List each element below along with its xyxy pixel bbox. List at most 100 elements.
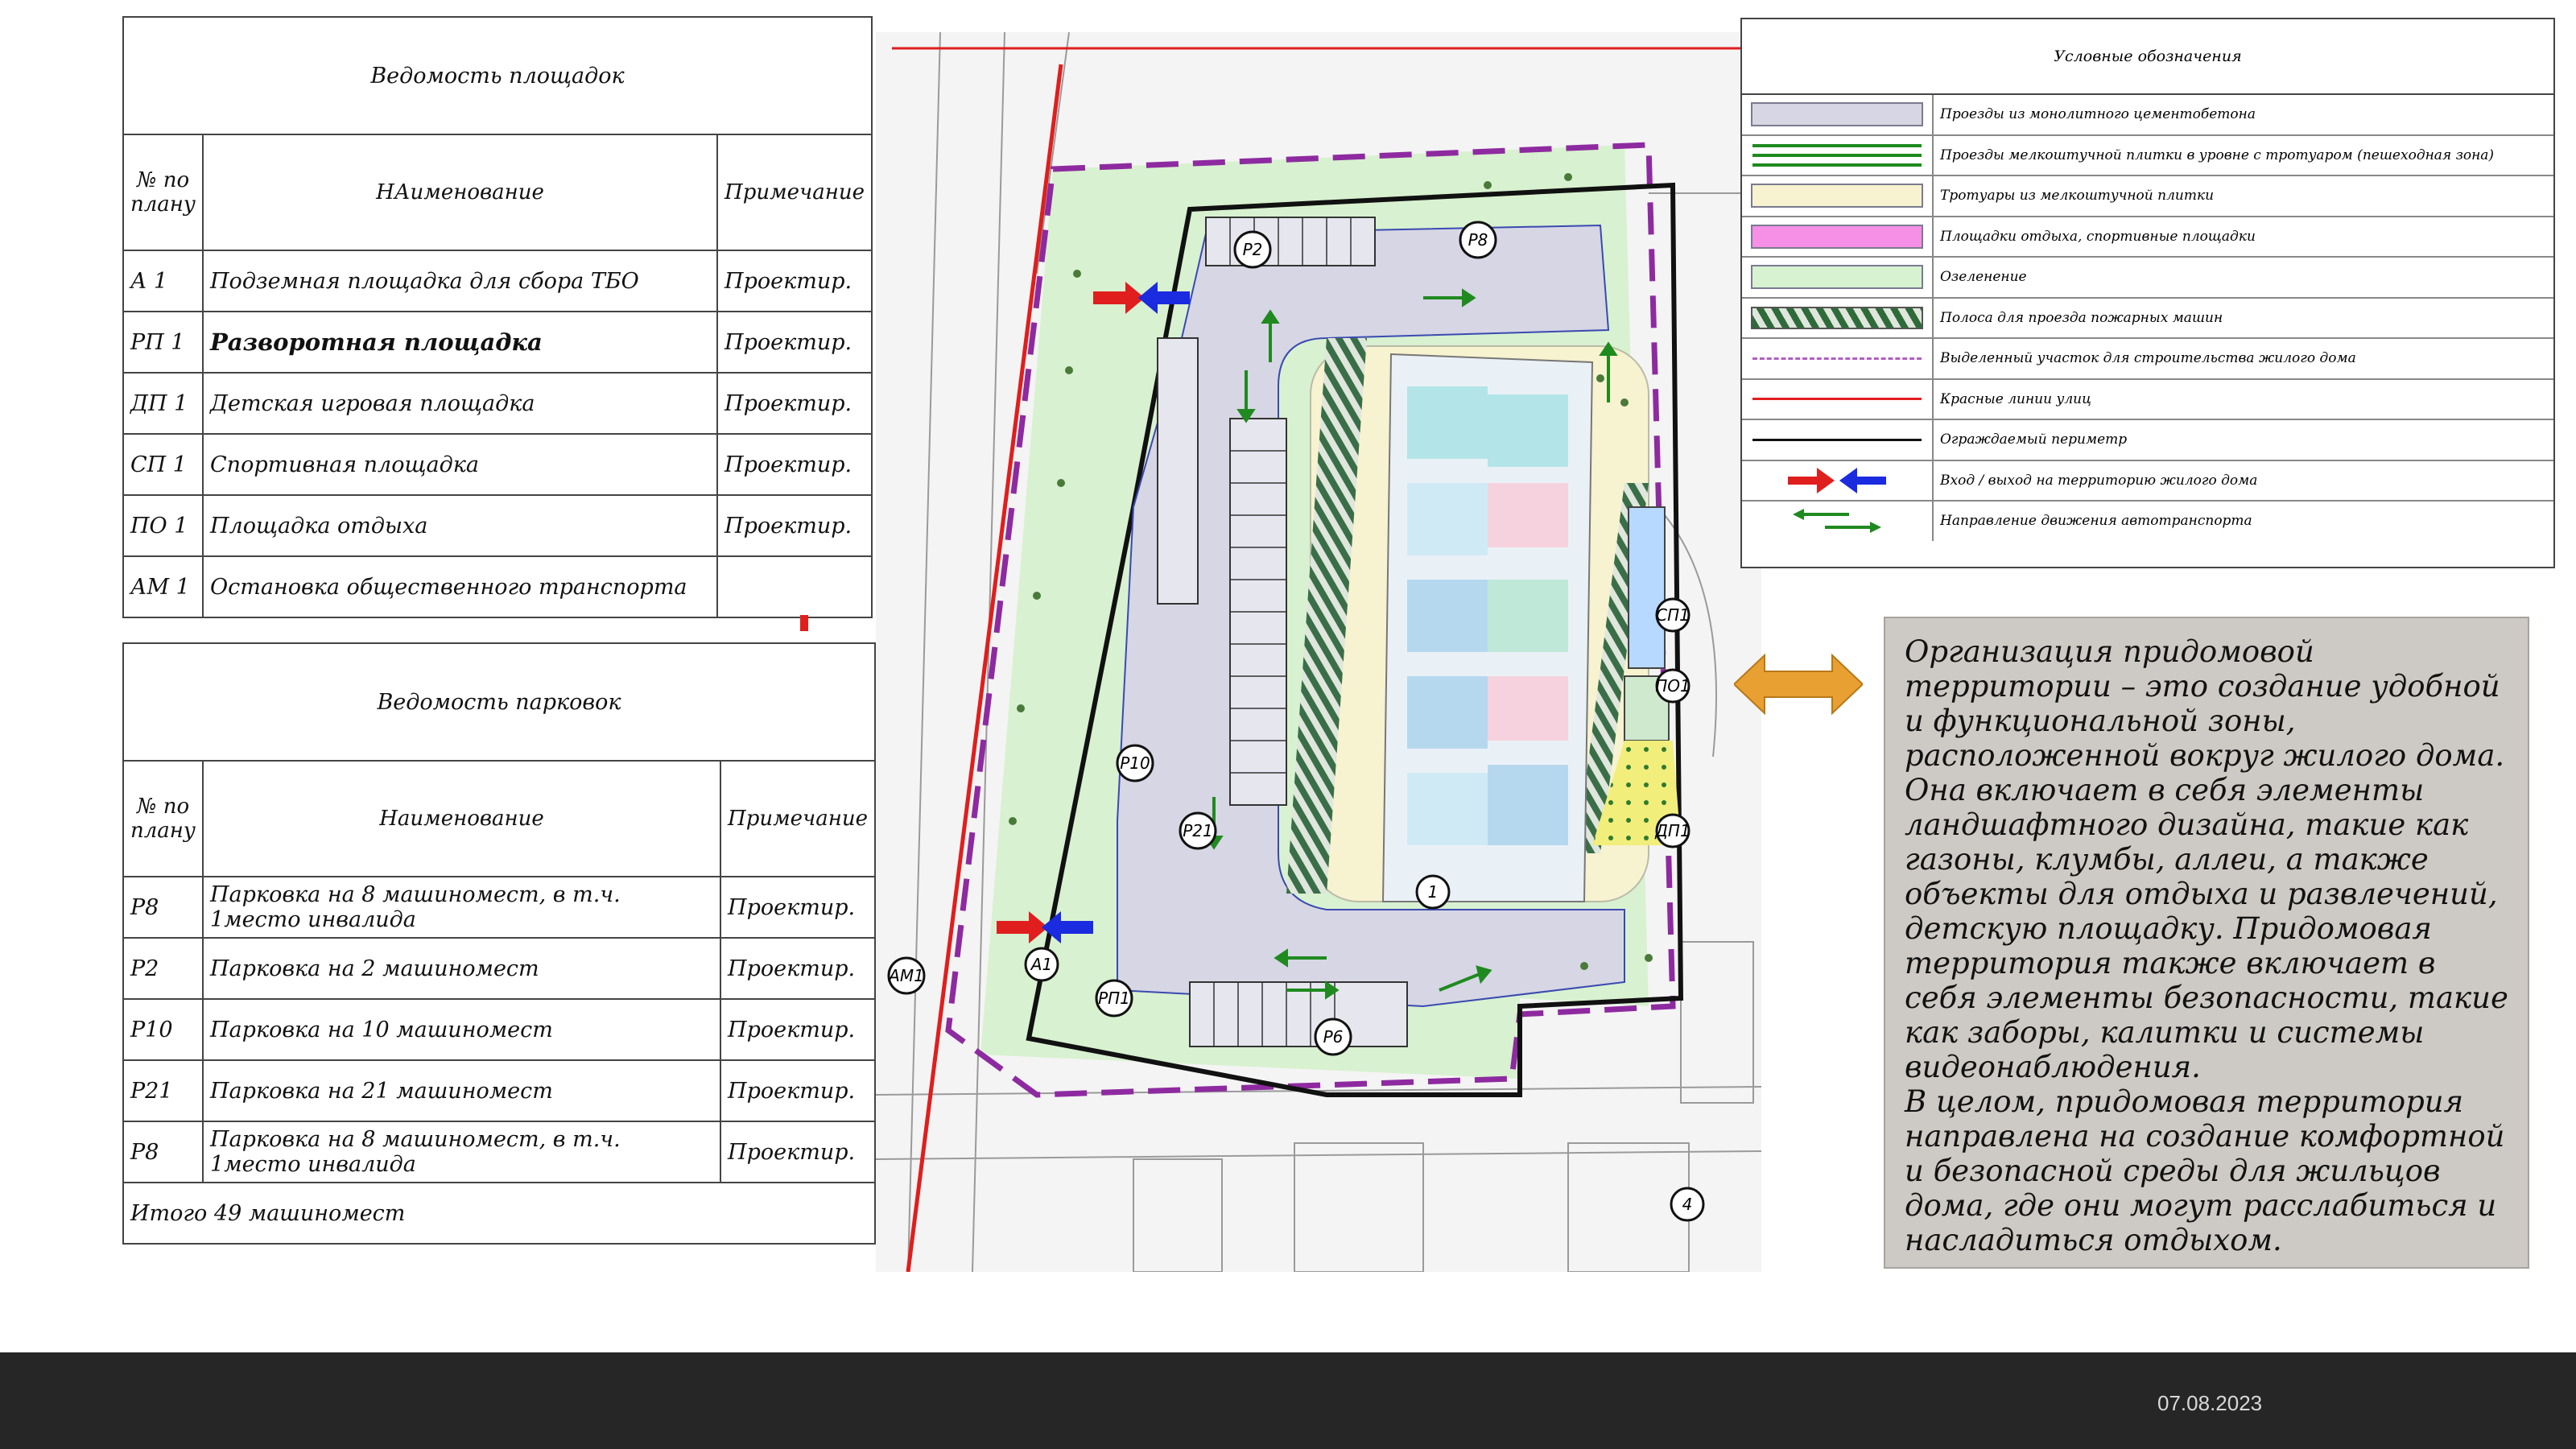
legend-label: Ограждаемый периметр — [1940, 431, 2128, 448]
parking-table-cell-note: Проектир. — [720, 998, 876, 1061]
sites-table-cell-no: А 1 — [122, 250, 204, 312]
legend-label: Вход / выход на территорию жилого дома — [1940, 472, 2258, 489]
legend-item: Красные линии улиц — [1742, 379, 2553, 420]
legend-item: Озеленение — [1742, 258, 2553, 299]
sites-table-cell-no: ДП 1 — [122, 372, 204, 435]
svg-text:ДП1: ДП1 — [1654, 821, 1690, 840]
legend-swatch — [1742, 502, 1934, 541]
marker-p8-top: Р8 — [1459, 221, 1497, 259]
sites-table-cell-name: Подземная площадка для сбора ТБО — [202, 250, 719, 312]
parking-table-row: Р8 Парковка на 8 машиномест, в т.ч. 1мест… — [122, 876, 876, 939]
legend-label: Проезды из монолитного цементобетона — [1940, 106, 2256, 123]
marker-dp1: ДП1 — [1654, 813, 1690, 848]
parking-col-name: Наименование — [202, 760, 722, 877]
legend-swatch — [1742, 298, 1934, 337]
sites-col-no: № по плану — [122, 134, 204, 251]
sites-table-cell-name: Площадка отдыха — [202, 494, 719, 557]
legend-swatch — [1742, 420, 1934, 460]
sites-table-cell-no: СП 1 — [122, 433, 204, 496]
parking-table-cell-name: Парковка на 10 машиномест — [202, 998, 722, 1061]
parking-table-cell-note: Проектир. — [720, 1121, 876, 1183]
marker-po1: ПО1 — [1655, 668, 1690, 704]
legend-label: Выделенный участок для строительства жил… — [1940, 350, 2356, 367]
parking-table-cell-note: Проектир. — [720, 876, 876, 939]
parking-table-cell-no: Р10 — [122, 998, 204, 1061]
parking-table-cell-note: Проектир. — [720, 1059, 876, 1122]
marker-sp1: СП1 — [1655, 597, 1690, 633]
legend-item: Тротуары из мелкоштучной плитки — [1742, 176, 2553, 217]
legend-swatch — [1742, 258, 1934, 297]
sites-table-cell-note: Проектир. — [716, 372, 873, 435]
sites-table-title: Ведомость площадок — [122, 16, 873, 135]
legend-swatch — [1742, 379, 1934, 419]
sites-table-cell-note: Проектир. — [716, 494, 873, 557]
parking-table-row: Р8 Парковка на 8 машиномест, в т.ч. 1мест… — [122, 1121, 876, 1183]
sites-table-cell-name: Спортивная площадка — [202, 433, 719, 496]
svg-text:Р2: Р2 — [1243, 240, 1263, 259]
legend-swatch — [1742, 135, 1934, 175]
parking-table-cell-no: Р2 — [122, 937, 204, 1000]
legend-item: Проезды из монолитного цементобетона — [1742, 95, 2553, 136]
sport-ground — [1628, 506, 1666, 669]
sites-table-cell-note — [716, 555, 873, 618]
legend-label: Проезды мелкоштучной плитки в уровне с т… — [1940, 147, 2495, 163]
svg-text:А1: А1 — [1030, 955, 1052, 974]
svg-text:4: 4 — [1682, 1195, 1693, 1214]
sites-col-note: Примечание — [716, 134, 873, 251]
parking-table-cell-no: Р8 — [122, 1121, 204, 1183]
marker-p6: Р6 — [1314, 1018, 1352, 1056]
svg-text:1: 1 — [1428, 882, 1439, 902]
legend-label: Красные линии улиц — [1940, 390, 2091, 407]
legend-swatch — [1742, 217, 1934, 256]
legend-item: Вход / выход на территорию жилого дома — [1742, 460, 2553, 502]
sites-table-cell-no: ПО 1 — [122, 494, 204, 557]
legend-item: Полоса для проезда пожарных машин — [1742, 298, 2553, 339]
parking-table-cell-name: Парковка на 2 машиномест — [202, 937, 722, 1000]
parking-table-row: Р2 Парковка на 2 машиномест Проектир. — [122, 937, 876, 1000]
marker-p2: Р2 — [1233, 230, 1272, 269]
site-plan-map: Р2 Р8 Р10 Р21 Р6 РП1 А1 АМ1 СП1 ПО1 ДП1 … — [876, 32, 1761, 1272]
marker-am1: АМ1 — [887, 956, 926, 995]
parking-table-title: Ведомость парковок — [122, 642, 876, 762]
marker-4-south: 4 — [1670, 1187, 1705, 1222]
footer-date: 07.08.2023 — [2157, 1391, 2263, 1415]
parking-table-cell-no: Р8 — [122, 876, 204, 939]
legend-swatch — [1742, 95, 1934, 134]
svg-text:Р21: Р21 — [1183, 821, 1213, 840]
parking-table-cell-name: Парковка на 8 машиномест, в т.ч. 1место … — [202, 1121, 722, 1183]
sites-table-cell-note: Проектир. — [716, 433, 873, 496]
marker-p21: Р21 — [1179, 811, 1217, 850]
parking-col-note: Примечание — [720, 760, 876, 877]
double-arrow-icon — [1734, 653, 1863, 716]
legend-label: Полоса для проезда пожарных машин — [1940, 309, 2223, 326]
legend-item: Площадки отдыха, спортивные площадки — [1742, 217, 2553, 258]
description-text: Организация придомовой территории – это … — [1884, 617, 2529, 1269]
sites-table-row: АМ 1 Остановка общественного транспорта — [122, 555, 873, 618]
parking-table-row: Р10 Парковка на 10 машиномест Проектир. — [122, 998, 876, 1061]
sites-table: Ведомость площадок № по плану НАименован… — [122, 16, 873, 618]
legend-swatch — [1742, 176, 1934, 216]
parking-col-no: № по плану — [122, 760, 204, 877]
svg-text:РП1: РП1 — [1098, 989, 1130, 1008]
svg-text:Р8: Р8 — [1468, 230, 1488, 250]
svg-text:СП1: СП1 — [1656, 605, 1690, 625]
parking-table-cell-note: Проектир. — [720, 937, 876, 1000]
legend-item: Выделенный участок для строительства жил… — [1742, 339, 2553, 380]
svg-text:Р10: Р10 — [1120, 753, 1150, 773]
sites-table-cell-no: РП 1 — [122, 311, 204, 374]
legend-item: Проезды мелкоштучной плитки в уровне с т… — [1742, 135, 2553, 176]
sites-table-row: РП 1 Разворотная площадка Проектир. — [122, 311, 873, 374]
building-sections — [1407, 386, 1568, 845]
sites-table-cell-no: АМ 1 — [122, 555, 204, 618]
sites-table-cell-note: Проектир. — [716, 250, 873, 312]
legend-item: Ограждаемый периметр — [1742, 420, 2553, 461]
marker-rp1: РП1 — [1095, 979, 1133, 1018]
svg-text:АМ1: АМ1 — [887, 966, 924, 985]
sites-table-row: СП 1 Спортивная площадка Проектир. — [122, 433, 873, 496]
legend-label: Озеленение — [1940, 269, 2027, 286]
marker-a1: А1 — [1024, 947, 1059, 982]
red-line-mark — [800, 615, 808, 631]
marker-building-1: 1 — [1415, 874, 1451, 910]
parking-table-cell-name: Парковка на 21 машиномест — [202, 1059, 722, 1122]
parking-table-cell-no: Р21 — [122, 1059, 204, 1122]
